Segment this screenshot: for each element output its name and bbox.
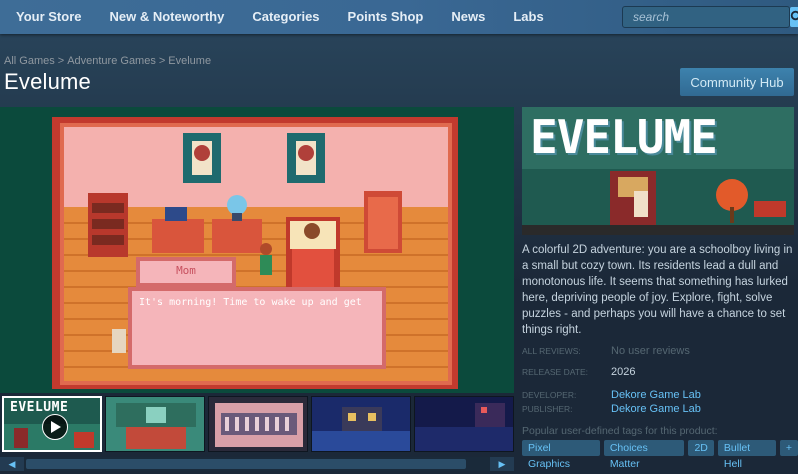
thumbnail-logo: EVELUME	[10, 400, 69, 415]
breadcrumb-adventure-games[interactable]: Adventure Games	[67, 55, 156, 67]
reviews-value: No user reviews	[611, 345, 690, 357]
thumbnail-2-art	[106, 397, 204, 451]
nav-points-shop[interactable]: Points Shop	[334, 0, 438, 34]
developer-label: DEVELOPER:	[522, 390, 577, 400]
tag-list: Pixel Graphics Choices Matter 2D Bullet …	[522, 440, 798, 470]
game-capsule-image: EVELUME	[522, 107, 794, 235]
capsule-logo: EVELUME	[530, 110, 718, 164]
thumbnail-2[interactable]	[105, 396, 205, 452]
community-hub-button[interactable]: Community Hub	[680, 68, 794, 96]
arrow-right-icon: ▶	[498, 459, 506, 469]
search-icon	[790, 10, 798, 21]
release-date-value: 2026	[611, 366, 636, 378]
game-scene-art	[0, 107, 514, 393]
tags-label: Popular user-defined tags for this produ…	[522, 425, 718, 437]
play-icon	[51, 421, 61, 433]
thumbnail-5[interactable]	[414, 396, 514, 452]
main-screenshot[interactable]: Mom It's morning! Time to wake up and ge…	[0, 107, 514, 393]
breadcrumb-evelume[interactable]: Evelume	[168, 55, 211, 67]
tag-bullet-hell[interactable]: Bullet Hell	[717, 440, 776, 470]
tag-add-button[interactable]: +	[779, 440, 798, 456]
nav-labs[interactable]: Labs	[499, 0, 557, 34]
thumbnail-3[interactable]	[208, 396, 308, 452]
dialog-speaker-name: Mom	[176, 264, 196, 277]
arrow-left-icon: ◀	[8, 459, 16, 469]
tag-2d[interactable]: 2D	[688, 440, 714, 456]
store-nav-bar: Your Store New & Noteworthy Categories P…	[0, 0, 798, 34]
breadcrumb-all-games[interactable]: All Games	[4, 55, 55, 67]
thumbnail-3-art	[209, 397, 307, 451]
developer-link[interactable]: Dekore Game Lab	[611, 389, 701, 401]
tag-pixel-graphics[interactable]: Pixel Graphics	[522, 440, 600, 470]
scroll-right-button[interactable]: ▶	[490, 457, 514, 471]
thumbnail-5-art	[415, 397, 513, 451]
search-button[interactable]	[790, 7, 798, 27]
play-button[interactable]	[42, 414, 68, 440]
carousel-scrollbar[interactable]: ◀ ▶	[0, 457, 514, 471]
thumbnail-4[interactable]	[311, 396, 411, 452]
screenshot-carousel: EVELUME	[0, 396, 514, 454]
thumbnail-4-art	[312, 397, 410, 451]
publisher-link[interactable]: Dekore Game Lab	[611, 403, 701, 415]
breadcrumb: All Games > Adventure Games > Evelume	[4, 55, 212, 67]
search-input[interactable]	[623, 7, 790, 27]
scroll-handle[interactable]	[26, 459, 466, 469]
tag-choices-matter[interactable]: Choices Matter	[603, 440, 685, 470]
nav-new-noteworthy[interactable]: New & Noteworthy	[96, 0, 239, 34]
scroll-left-button[interactable]: ◀	[0, 457, 24, 471]
thumbnail-video[interactable]: EVELUME	[2, 396, 102, 452]
nav-your-store[interactable]: Your Store	[0, 0, 96, 34]
release-date-label: RELEASE DATE:	[522, 367, 588, 377]
game-description: A colorful 2D adventure: you are a schoo…	[522, 244, 793, 336]
publisher-label: PUBLISHER:	[522, 404, 573, 414]
page-title: Evelume	[4, 69, 91, 94]
search-box	[622, 6, 798, 28]
nav-categories[interactable]: Categories	[238, 0, 333, 34]
reviews-label: ALL REVIEWS:	[522, 346, 581, 356]
dialog-text: It's morning! Time to wake up and get	[139, 297, 362, 308]
nav-news[interactable]: News	[437, 0, 499, 34]
